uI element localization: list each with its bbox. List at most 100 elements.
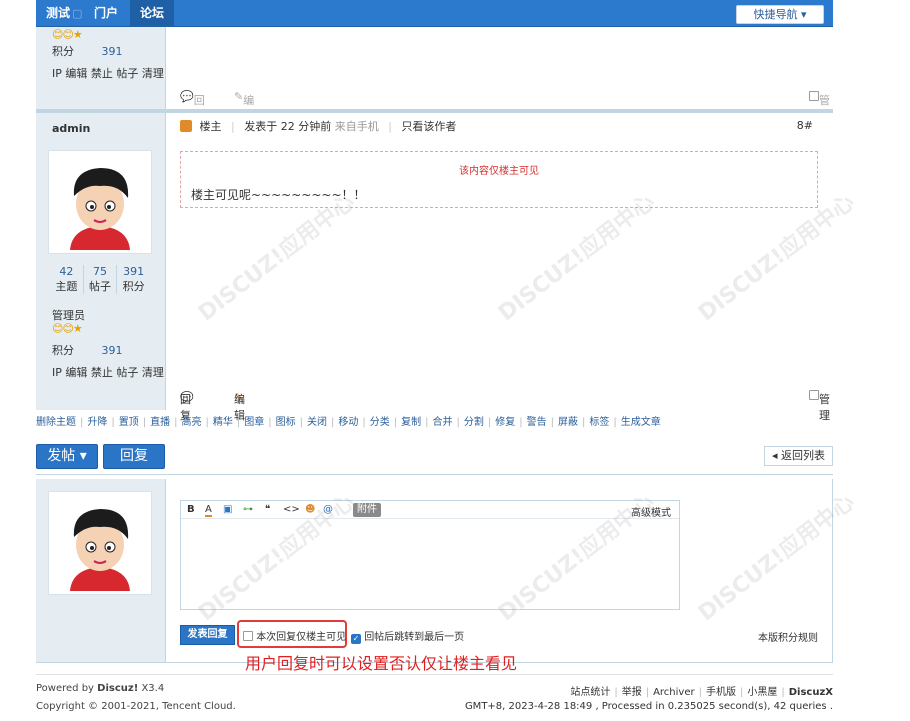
prev-manage-checkbox[interactable]: 管理 xyxy=(809,90,830,123)
checkbox-icon xyxy=(243,631,253,641)
prev-score-value[interactable]: 391 xyxy=(102,45,123,58)
powered-by: Powered by Discuz! X3.4 xyxy=(36,683,164,694)
moderation-link[interactable]: 修复 xyxy=(495,417,515,428)
score-rules-link[interactable]: 本版积分规则 xyxy=(758,629,818,644)
new-thread-button[interactable]: 发帖 ▾ xyxy=(36,444,98,469)
jump-last-option[interactable]: ✓ 回帖后跳转到最后一页 xyxy=(351,628,464,644)
checkbox-icon xyxy=(809,390,819,400)
divider: | xyxy=(174,417,178,428)
code-icon[interactable]: <> xyxy=(283,504,300,515)
moderation-link[interactable]: 图章 xyxy=(244,417,264,428)
divider: | xyxy=(739,687,744,698)
reply-avatar[interactable] xyxy=(48,491,152,595)
submit-reply-button[interactable]: 发表回复 xyxy=(180,625,235,645)
moderation-link[interactable]: 删除主题 xyxy=(36,417,76,428)
top-nav: 测试 ▢ 门户 论坛 快捷导航 ▾ xyxy=(36,0,833,27)
post-source: 来自手机 xyxy=(334,120,379,133)
owner-only-tip: 该内容仅楼主可见 xyxy=(459,166,539,177)
font-color-icon[interactable]: A xyxy=(205,504,212,517)
prev-admin-links[interactable]: IP 编辑 禁止 帖子 清理 xyxy=(52,65,164,81)
footer-brand[interactable]: DiscuzX xyxy=(789,687,833,698)
footer-link[interactable]: 举报 xyxy=(622,687,642,698)
divider: | xyxy=(519,417,523,428)
reply-thread-button[interactable]: 回复 xyxy=(103,444,165,469)
post-stats: 42 主题 75 帖子 391 积分 xyxy=(50,265,150,294)
reply-sidebar xyxy=(36,479,166,662)
moderation-link[interactable]: 合并 xyxy=(433,417,453,428)
quick-nav-dropdown[interactable]: 快捷导航 ▾ xyxy=(736,5,824,24)
avatar[interactable] xyxy=(48,150,152,254)
divider: | xyxy=(613,417,617,428)
nav-portal[interactable]: 门户 xyxy=(84,0,128,27)
post-score-value[interactable]: 391 xyxy=(102,344,123,357)
moderation-link[interactable]: 移动 xyxy=(338,417,358,428)
reply-editor: B A ▣ ⊶ ❝ <> ☻ @ 附件 高级模式 xyxy=(180,500,680,610)
footer-link[interactable]: 小黑屋 xyxy=(747,687,777,698)
divider: | xyxy=(456,417,460,428)
moderation-link[interactable]: 高亮 xyxy=(182,417,202,428)
moderation-link[interactable]: 分割 xyxy=(464,417,484,428)
moderation-link[interactable]: 生成文章 xyxy=(621,417,661,428)
at-icon[interactable]: @ xyxy=(323,504,333,515)
powered-brand[interactable]: Discuz! xyxy=(97,683,138,694)
moderation-link[interactable]: 图标 xyxy=(276,417,296,428)
prev-post-sidebar: 😊😊★ 积分 391 IP 编辑 禁止 帖子 清理 xyxy=(36,27,166,109)
quote-icon[interactable]: ❝ xyxy=(265,504,270,515)
moderation-link[interactable]: 关闭 xyxy=(307,417,327,428)
reply-top-border xyxy=(36,474,833,475)
moderation-link[interactable]: 精华 xyxy=(213,417,233,428)
moderation-link[interactable]: 升降 xyxy=(87,417,107,428)
footer-link[interactable]: Archiver xyxy=(653,687,695,698)
divider: | xyxy=(111,417,115,428)
stat-score[interactable]: 391 积分 xyxy=(116,265,150,294)
divider: | xyxy=(425,417,429,428)
moderation-link[interactable]: 屏蔽 xyxy=(558,417,578,428)
footer-link[interactable]: 站点统计 xyxy=(570,687,610,698)
footer-links: 站点统计 | 举报 | Archiver | 手机版 | 小黑屋 | DiscuzX xyxy=(570,683,833,698)
attach-button[interactable]: 附件 xyxy=(353,503,381,517)
image-icon[interactable]: ▣ xyxy=(223,504,232,515)
divider: | xyxy=(781,687,785,698)
back-to-list-button[interactable]: ◂ 返回列表 xyxy=(764,446,833,466)
floor-number[interactable]: 8# xyxy=(797,119,813,132)
stat-score-label: 积分 xyxy=(122,280,145,293)
prev-reply-button[interactable]: 💬 回复 xyxy=(180,90,205,123)
footer-link[interactable]: 手机版 xyxy=(706,687,736,698)
stat-score-num: 391 xyxy=(123,265,145,278)
divider: | xyxy=(550,417,554,428)
divider: | xyxy=(205,417,209,428)
moderation-link[interactable]: 直播 xyxy=(150,417,170,428)
nav-forum[interactable]: 论坛 xyxy=(130,0,175,27)
copyright: Copyright © 2001-2021, Tencent Cloud. xyxy=(36,701,236,712)
moderation-link[interactable]: 置顶 xyxy=(119,417,139,428)
advanced-mode-link[interactable]: 高级模式 xyxy=(631,504,671,519)
owner-tag: 楼主 xyxy=(199,120,222,133)
prev-score-label: 积分 xyxy=(52,45,74,58)
powered-version: X3.4 xyxy=(141,683,165,694)
only-author-link[interactable]: 只看该作者 xyxy=(401,120,456,133)
link-icon[interactable]: ⊶ xyxy=(243,504,253,515)
avatar-cartoon-icon xyxy=(52,154,148,250)
stat-posts[interactable]: 75 帖子 xyxy=(82,265,117,294)
rank-stars-icon: 😊😊★ xyxy=(52,322,83,335)
moderation-link[interactable]: 分类 xyxy=(370,417,390,428)
moderation-link[interactable]: 警告 xyxy=(527,417,547,428)
moderation-link[interactable]: 标签 xyxy=(589,417,609,428)
reply-textarea[interactable] xyxy=(181,520,679,609)
user-group[interactable]: 管理员 xyxy=(52,307,85,323)
divider: | xyxy=(236,417,241,428)
owner-only-option[interactable]: 本次回复仅楼主可见 xyxy=(237,620,347,648)
post-author[interactable]: admin xyxy=(52,122,90,135)
stat-threads[interactable]: 42 主题 xyxy=(50,265,83,294)
smiley-icon[interactable]: ☻ xyxy=(305,504,315,515)
moderation-link[interactable]: 复制 xyxy=(401,417,421,428)
stat-threads-label: 主题 xyxy=(55,280,78,293)
bold-icon[interactable]: B xyxy=(187,504,195,515)
prev-edit-button[interactable]: ✎ 编辑 xyxy=(234,90,254,123)
manage-checkbox[interactable]: 管理 xyxy=(809,389,830,422)
footer-stats: GMT+8, 2023-4-28 18:49 , Processed in 0.… xyxy=(464,701,833,712)
nav-portal-label: 门户 xyxy=(94,6,119,20)
post-content: 楼主可见呢~~~~~~~~~！！ xyxy=(191,188,366,202)
post-admin-links[interactable]: IP 编辑 禁止 帖子 清理 xyxy=(52,364,164,380)
editor-toolbar: B A ▣ ⊶ ❝ <> ☻ @ 附件 高级模式 xyxy=(181,501,679,519)
